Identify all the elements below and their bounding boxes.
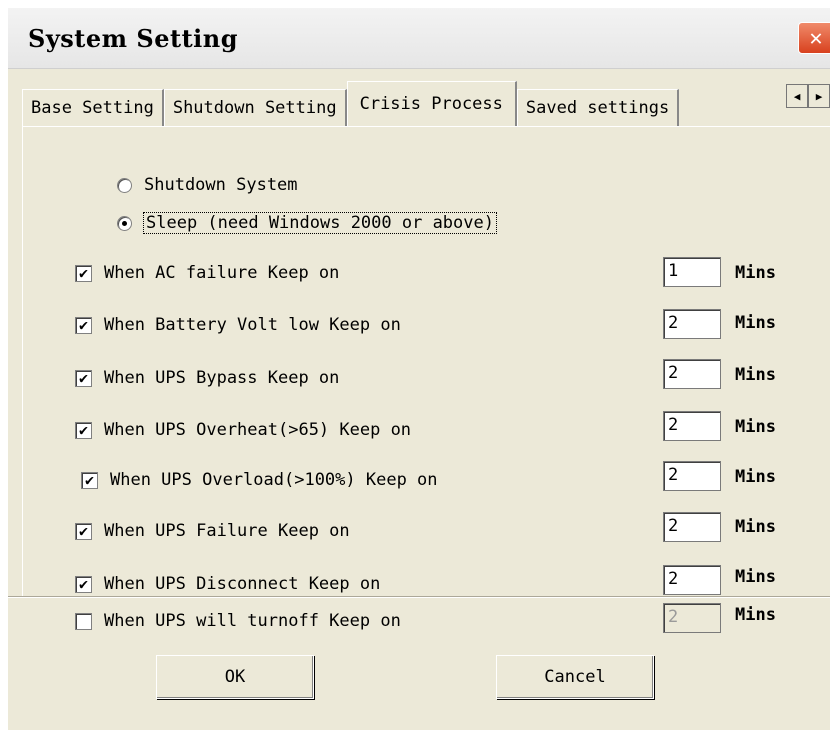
- minutes-unit: Mins: [735, 605, 776, 625]
- window-title: System Setting: [28, 24, 239, 53]
- event-label: When AC failure Keep on: [104, 263, 340, 283]
- checkbox[interactable]: [75, 612, 92, 630]
- minutes-input[interactable]: 2: [663, 461, 721, 491]
- checkbox[interactable]: ✔: [75, 316, 92, 334]
- checkbox[interactable]: ✔: [75, 264, 92, 282]
- tab-scroll-buttons: ◀ ▶: [786, 84, 830, 108]
- event-label: When UPS Bypass Keep on: [104, 368, 340, 388]
- title-bar: System Setting ✕: [8, 8, 830, 69]
- event-row-ups-overload[interactable]: ✔ When UPS Overload(>100%) Keep on: [81, 470, 438, 490]
- event-row-ups-overheat[interactable]: ✔ When UPS Overheat(>65) Keep on: [75, 420, 411, 440]
- minutes-input[interactable]: 2: [663, 512, 721, 542]
- event-row-ups-failure[interactable]: ✔ When UPS Failure Keep on: [75, 521, 350, 541]
- system-setting-dialog: System Setting ✕ Base Setting Shutdown S…: [8, 8, 830, 730]
- minutes-input[interactable]: 2: [663, 565, 721, 595]
- event-row-battery-volt-low[interactable]: ✔ When Battery Volt low Keep on: [75, 315, 401, 335]
- radio-label: Sleep (need Windows 2000 or above): [143, 212, 497, 234]
- minutes-input[interactable]: 2: [663, 359, 721, 389]
- checkbox[interactable]: ✔: [75, 522, 92, 540]
- checkbox[interactable]: ✔: [81, 471, 98, 489]
- tab-strip: Base Setting Shutdown Setting Crisis Pro…: [22, 80, 830, 126]
- minutes-unit: Mins: [735, 263, 776, 283]
- close-icon[interactable]: ✕: [798, 22, 830, 54]
- event-row-ac-failure[interactable]: ✔ When AC failure Keep on: [75, 263, 339, 283]
- minutes-unit: Mins: [735, 417, 776, 437]
- minutes-input[interactable]: 1: [663, 257, 721, 287]
- tab-saved-settings[interactable]: Saved settings: [516, 89, 680, 126]
- minutes-unit: Mins: [735, 517, 776, 537]
- event-row-ups-bypass[interactable]: ✔ When UPS Bypass Keep on: [75, 368, 339, 388]
- event-row-ups-will-turnoff[interactable]: When UPS will turnoff Keep on: [75, 611, 401, 631]
- tab-crisis-process[interactable]: Crisis Process: [346, 81, 517, 126]
- event-label: When UPS Overheat(>65) Keep on: [104, 420, 412, 440]
- scroll-left-icon[interactable]: ◀: [786, 84, 808, 108]
- footer-separator: [8, 596, 830, 598]
- minutes-unit: Mins: [735, 365, 776, 385]
- minutes-input-disabled: 2: [663, 603, 721, 633]
- radio-shutdown-system[interactable]: Shutdown System: [117, 175, 298, 195]
- event-label: When UPS Failure Keep on: [104, 521, 350, 541]
- tab-base-setting[interactable]: Base Setting: [22, 89, 164, 126]
- event-label: When UPS Disconnect Keep on: [104, 574, 381, 594]
- minutes-input[interactable]: 2: [663, 411, 721, 441]
- cancel-button[interactable]: Cancel: [496, 655, 654, 699]
- checkbox[interactable]: ✔: [75, 575, 92, 593]
- checkbox[interactable]: ✔: [75, 421, 92, 439]
- event-row-ups-disconnect[interactable]: ✔ When UPS Disconnect Keep on: [75, 574, 380, 594]
- event-label: When Battery Volt low Keep on: [104, 315, 401, 335]
- minutes-unit: Mins: [735, 313, 776, 333]
- radio-sleep[interactable]: Sleep (need Windows 2000 or above): [117, 212, 497, 234]
- radio-button[interactable]: [117, 177, 132, 193]
- event-label: When UPS Overload(>100%) Keep on: [110, 470, 438, 490]
- minutes-input[interactable]: 2: [663, 309, 721, 339]
- ok-button[interactable]: OK: [156, 655, 314, 699]
- event-label: When UPS will turnoff Keep on: [104, 611, 401, 631]
- scroll-right-icon[interactable]: ▶: [808, 84, 830, 108]
- checkbox[interactable]: ✔: [75, 369, 92, 387]
- radio-label: Shutdown System: [144, 175, 298, 195]
- radio-button[interactable]: [117, 215, 132, 231]
- minutes-unit: Mins: [735, 467, 776, 487]
- crisis-process-panel: Shutdown System Sleep (need Windows 2000…: [22, 126, 830, 633]
- tab-shutdown-setting[interactable]: Shutdown Setting: [163, 89, 347, 126]
- radio-selected-dot: [122, 220, 127, 226]
- minutes-unit: Mins: [735, 567, 776, 587]
